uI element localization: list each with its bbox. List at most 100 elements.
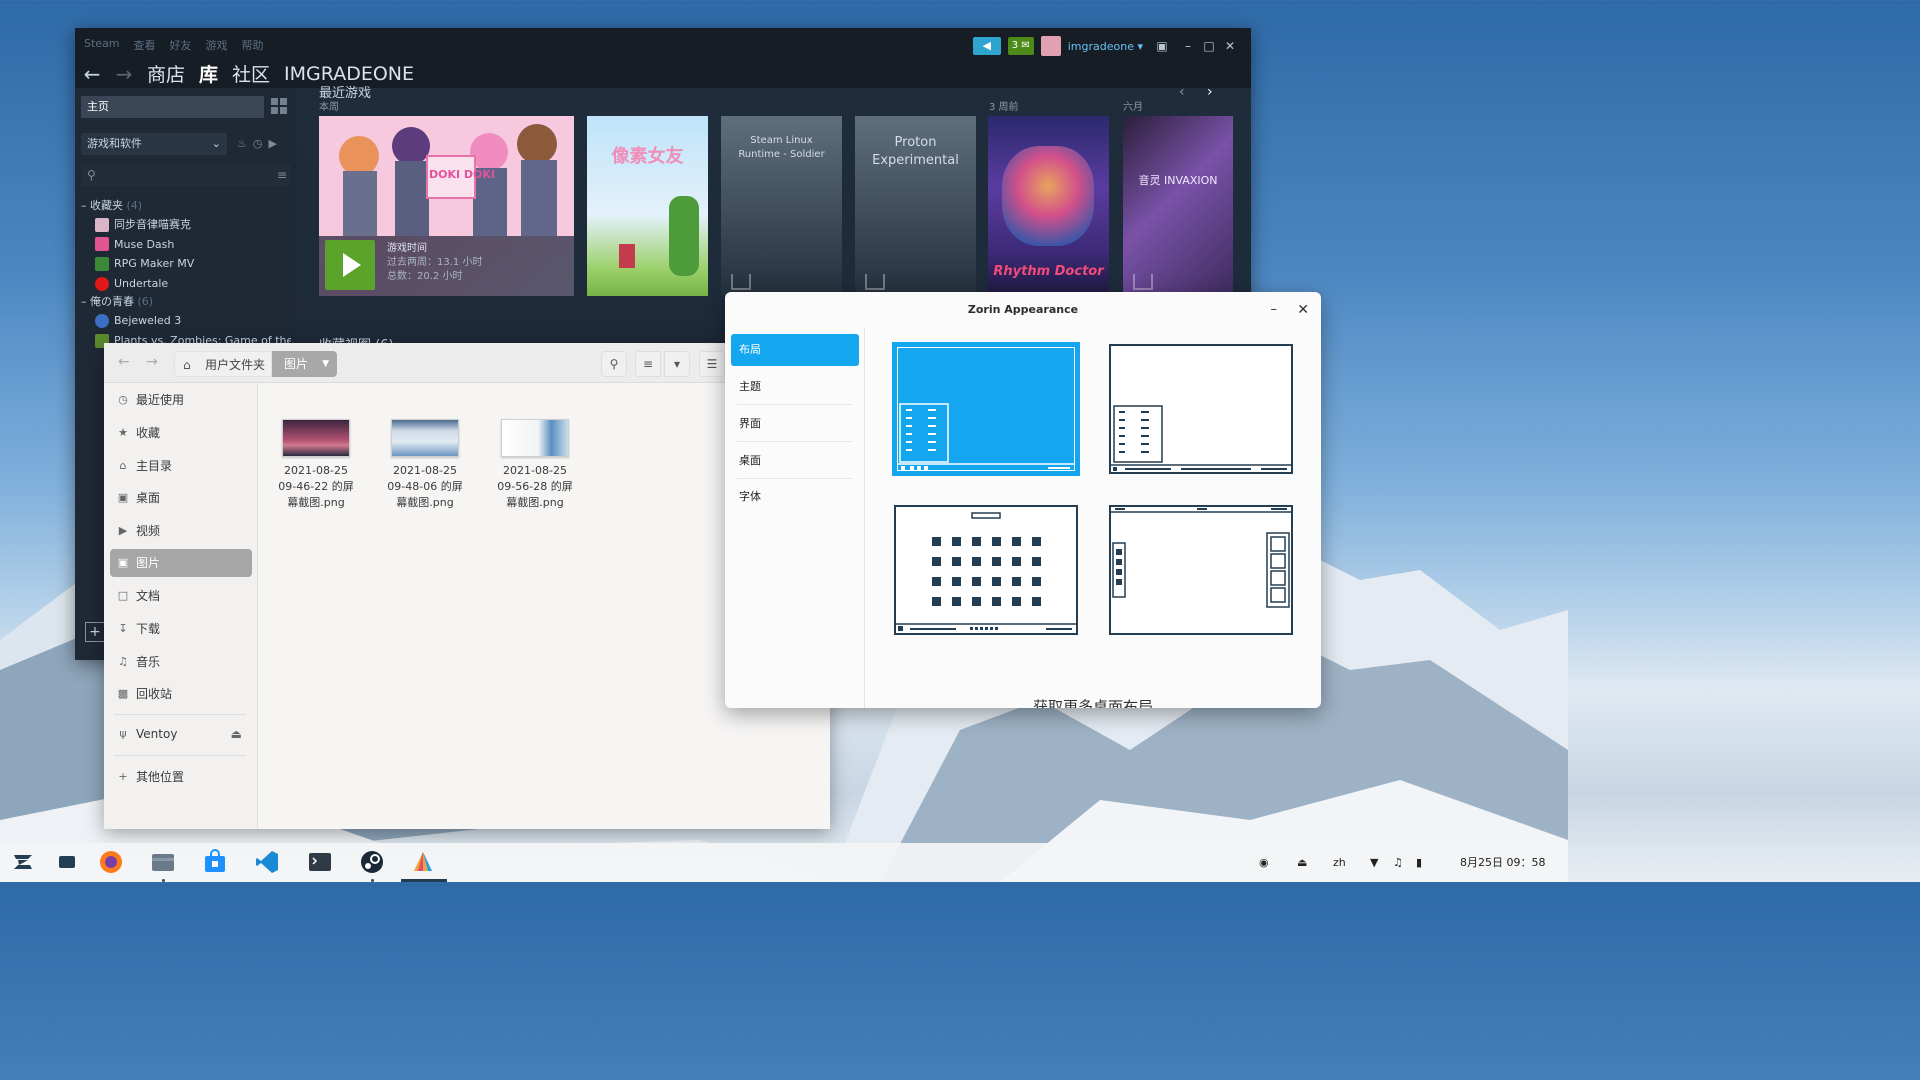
category-youth[interactable]: – 俺の青春 (6): [81, 293, 291, 311]
view-mode-button[interactable]: ≡: [635, 351, 661, 377]
tab-theme[interactable]: 主题: [731, 371, 859, 403]
play-button[interactable]: [325, 240, 375, 290]
sidebar-item-downloads[interactable]: ↧ 下载: [110, 615, 252, 643]
clock[interactable]: 8月25日 09：58: [1460, 843, 1546, 882]
tab-desktop[interactable]: 桌面: [731, 445, 859, 477]
menu-view[interactable]: 查看: [134, 37, 156, 53]
screenshot-mode-icon[interactable]: ▣: [1150, 39, 1174, 53]
game-capsule-proton[interactable]: Proton Experimental: [855, 116, 976, 296]
forward-arrow-icon[interactable]: →: [146, 354, 158, 370]
recent-game-hero[interactable]: DOKI DOKI 游戏时间 过去两周：13.1 小时 总数：20.2 小时: [319, 116, 574, 296]
terminal-icon[interactable]: [307, 849, 333, 875]
list-item[interactable]: Bejeweled 3: [81, 311, 291, 331]
back-arrow-icon[interactable]: ←: [83, 62, 101, 86]
sidebar-item-videos[interactable]: ▶ 视频: [110, 517, 252, 545]
workspaces-icon[interactable]: [54, 849, 80, 875]
minimize-icon[interactable]: –: [1271, 292, 1278, 328]
grid-view-icon[interactable]: [271, 98, 287, 114]
game-name: Undertale: [114, 276, 169, 290]
game-capsule-steam-linux[interactable]: Steam Linux Runtime - Soldier: [721, 116, 842, 296]
game-capsule-rhythm-doctor[interactable]: Rhythm Doctor: [988, 116, 1109, 296]
game-capsule-invaxion[interactable]: 音灵 INVAXION: [1123, 116, 1233, 296]
sidebar-item-trash[interactable]: ▩ 回收站: [110, 680, 252, 708]
game-capsule-pixel-girlfriend[interactable]: 像素女友: [587, 116, 708, 296]
file-item[interactable]: 2021-08-25 09-48-06 的屏 幕截图.png: [377, 419, 473, 511]
zorin-menu-icon[interactable]: [10, 849, 36, 875]
playtime-title: 游戏时间: [387, 243, 427, 254]
menu-games[interactable]: 游戏: [206, 37, 228, 53]
library-search-input[interactable]: ⚲ ≡: [81, 164, 291, 186]
sidebar-item-pictures[interactable]: ▣ 图片: [110, 549, 252, 577]
breadcrumb-home[interactable]: ⌂ 用户文件夹: [174, 351, 272, 377]
play-circle-icon[interactable]: ▶: [268, 137, 276, 150]
minimize-icon[interactable]: –: [1181, 39, 1195, 53]
language-indicator[interactable]: zh: [1333, 843, 1346, 882]
announcement-icon[interactable]: ◀: [972, 37, 1001, 55]
menu-button[interactable]: ☰: [699, 351, 725, 377]
files-icon[interactable]: [150, 849, 176, 875]
advanced-filter-icon[interactable]: ≡: [277, 164, 287, 186]
menu-friends[interactable]: 好友: [170, 37, 192, 53]
username-dropdown[interactable]: imgradeone ▾: [1068, 40, 1143, 53]
sidebar-item-music[interactable]: ♫ 音乐: [110, 648, 252, 676]
close-icon[interactable]: ✕: [1223, 39, 1237, 53]
tab-library[interactable]: 库: [199, 60, 218, 87]
list-item[interactable]: 同步音律喵赛克: [81, 215, 291, 235]
zorin-appearance-icon[interactable]: [410, 849, 436, 875]
library-home-button[interactable]: 主页: [81, 96, 264, 118]
steam-icon[interactable]: [359, 849, 385, 875]
sidebar-item-documents[interactable]: □ 文档: [110, 582, 252, 610]
category-favorites[interactable]: – 收藏夹 (4): [81, 197, 291, 215]
back-arrow-icon[interactable]: ←: [118, 354, 130, 370]
document-icon: □: [117, 589, 129, 602]
menu-help[interactable]: 帮助: [242, 37, 264, 53]
avatar[interactable]: [1040, 36, 1061, 56]
list-item[interactable]: Muse Dash: [81, 235, 291, 255]
list-item[interactable]: RPG Maker MV: [81, 254, 291, 274]
volume-icon[interactable]: ♫: [1393, 843, 1403, 882]
forward-arrow-icon[interactable]: →: [115, 62, 133, 86]
eject-icon[interactable]: ⏏: [231, 720, 242, 748]
search-button[interactable]: ⚲: [601, 351, 627, 377]
list-item[interactable]: Undertale: [81, 274, 291, 294]
sidebar-item-recent[interactable]: ◷ 最近使用: [110, 386, 252, 414]
carousel-prev-icon[interactable]: ‹: [1179, 84, 1185, 100]
battery-icon[interactable]: ▮: [1416, 843, 1422, 882]
get-more-layouts-link[interactable]: 获取更多桌面布局: [725, 696, 1321, 708]
add-game-button[interactable]: +: [85, 622, 105, 642]
vscode-icon[interactable]: [254, 849, 280, 875]
carousel-next-icon[interactable]: ›: [1207, 84, 1213, 100]
view-options-button[interactable]: ▾: [664, 351, 690, 377]
software-store-icon[interactable]: [202, 849, 228, 875]
recent-clock-icon[interactable]: ◷: [253, 137, 263, 150]
file-item[interactable]: 2021-08-25 09-56-28 的屏 幕截图.png: [487, 419, 583, 511]
notification-badge[interactable]: 3 ✉: [1007, 37, 1034, 55]
sidebar-item-starred[interactable]: ★ 收藏: [110, 419, 252, 447]
sidebar-item-ventoy[interactable]: ψ Ventoy ⏏: [110, 720, 252, 748]
file-item[interactable]: 2021-08-25 09-46-22 的屏 幕截图.png: [268, 419, 364, 511]
tab-layout[interactable]: 布局: [731, 334, 859, 366]
capsule-title: 音灵 INVAXION: [1138, 174, 1218, 187]
sidebar-item-home[interactable]: ⌂ 主目录: [110, 452, 252, 480]
steam-tray-icon[interactable]: ◉: [1259, 843, 1269, 882]
firefox-icon[interactable]: [98, 849, 124, 875]
eject-icon[interactable]: ⏏: [1297, 843, 1307, 882]
ready-to-play-icon[interactable]: ♨: [237, 137, 247, 150]
maximize-icon[interactable]: □: [1202, 39, 1216, 53]
tab-interface[interactable]: 界面: [731, 408, 859, 440]
layout-option-windows[interactable]: [892, 342, 1080, 476]
wifi-icon[interactable]: ▼: [1370, 843, 1378, 882]
close-icon[interactable]: ✕: [1297, 292, 1309, 328]
sidebar-item-desktop[interactable]: ▣ 桌面: [110, 484, 252, 512]
tab-store[interactable]: 商店: [147, 60, 185, 87]
tab-fonts[interactable]: 字体: [731, 481, 859, 513]
sidebar-item-other-locations[interactable]: + 其他位置: [110, 763, 252, 791]
tab-community[interactable]: 社区: [232, 60, 270, 87]
layout-option-grid[interactable]: [894, 505, 1078, 635]
layout-option-classic[interactable]: [1109, 344, 1293, 474]
menu-steam[interactable]: Steam: [84, 37, 120, 53]
breadcrumb-current[interactable]: 图片 ▼: [272, 351, 337, 377]
file-name-line: 幕截图.png: [287, 496, 345, 509]
layout-option-dock[interactable]: [1109, 505, 1293, 635]
games-filter-dropdown[interactable]: 游戏和软件 ⌄: [81, 133, 227, 155]
